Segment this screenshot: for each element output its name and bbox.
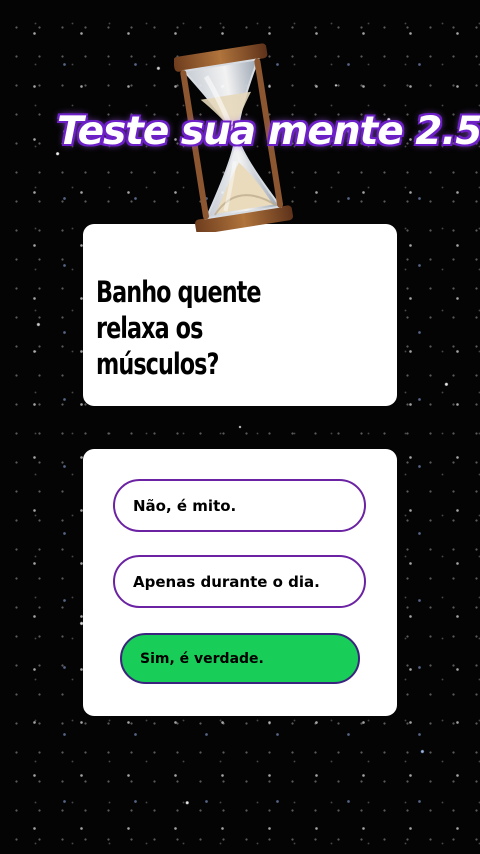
- page-title: Teste sua mente 2.5: [57, 109, 480, 154]
- answer-option-true[interactable]: Sim, é verdade.: [120, 633, 360, 684]
- answers-card: Não, é mito. Apenas durante o dia. Sim, …: [83, 449, 397, 716]
- answer-option-myth[interactable]: Não, é mito.: [113, 479, 366, 532]
- question-card: Banho quente relaxa os músculos?: [83, 224, 397, 406]
- answer-option-daytime[interactable]: Apenas durante o dia.: [113, 555, 366, 608]
- question-text: Banho quente relaxa os músculos?: [96, 275, 262, 381]
